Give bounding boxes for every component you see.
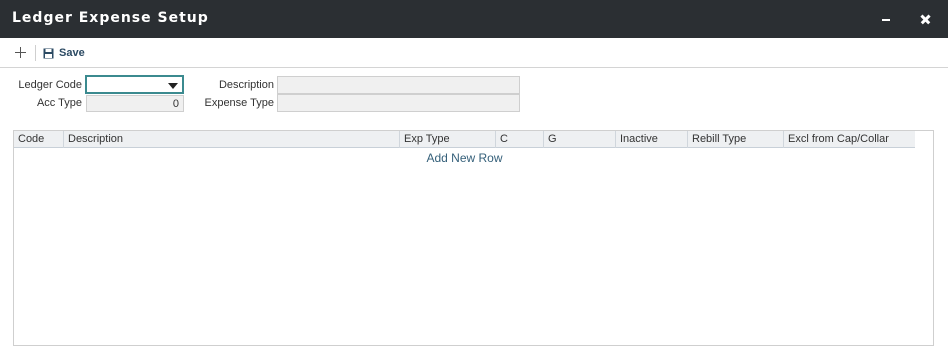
column-header-exp-type[interactable]: Exp Type xyxy=(399,131,495,148)
save-button[interactable]: Save xyxy=(43,45,85,61)
description-label: Description xyxy=(218,79,274,91)
expense-type-label: Expense Type xyxy=(204,97,274,109)
column-header-c[interactable]: C xyxy=(495,131,543,148)
expense-type-field xyxy=(277,94,520,112)
column-header-code[interactable]: Code xyxy=(14,131,63,148)
column-header-description[interactable]: Description xyxy=(63,131,400,148)
chevron-down-icon[interactable] xyxy=(168,83,178,89)
ledger-code-label: Ledger Code xyxy=(18,79,82,91)
column-header-inactive[interactable]: Inactive xyxy=(615,131,687,148)
plus-icon[interactable] xyxy=(12,44,30,62)
floppy-disk-icon xyxy=(43,48,54,58)
minimize-icon[interactable] xyxy=(876,9,896,29)
ledger-code-dropdown[interactable] xyxy=(85,75,184,94)
acc-type-field: 0 xyxy=(86,95,184,112)
close-icon[interactable] xyxy=(916,9,936,29)
toolbar-divider xyxy=(35,45,36,61)
window-title: Ledger Expense Setup xyxy=(12,10,209,26)
expense-grid: Code Description Exp Type C G Inactive R… xyxy=(13,130,934,346)
save-button-label: Save xyxy=(59,47,85,59)
grid-header: Code Description Exp Type C G Inactive R… xyxy=(14,131,915,148)
column-header-g[interactable]: G xyxy=(543,131,615,148)
column-header-rebill-type[interactable]: Rebill Type xyxy=(687,131,783,148)
add-new-row-link[interactable]: Add New Row xyxy=(14,151,915,165)
toolbar: Save xyxy=(0,38,948,68)
acc-type-label: Acc Type xyxy=(36,97,82,109)
column-header-excl-cap-collar[interactable]: Excl from Cap/Collar xyxy=(783,131,915,148)
description-field xyxy=(277,76,520,94)
window-titlebar: Ledger Expense Setup xyxy=(0,0,948,38)
